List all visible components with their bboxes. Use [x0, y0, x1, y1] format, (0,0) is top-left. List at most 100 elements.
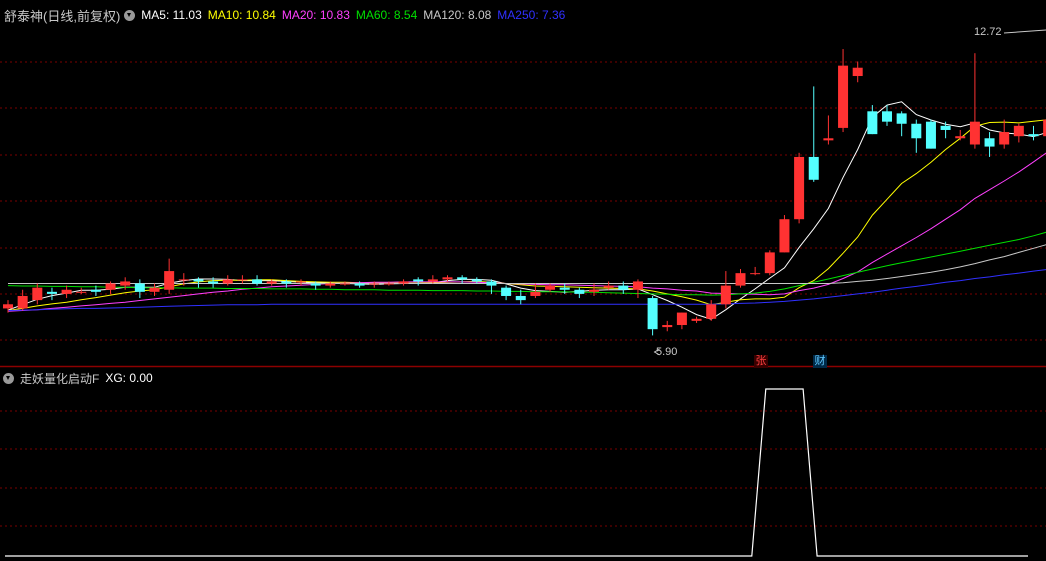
candle-body [808, 156, 819, 180]
candle-body [720, 285, 731, 305]
candle-body [252, 279, 263, 284]
candle[interactable] [252, 275, 263, 286]
ma-lines [7, 101, 1046, 320]
main-panel-header: 舒泰神(日线,前复权) MA5: 11.03 MA10: 10.84 MA20: 1… [0, 6, 571, 24]
candle[interactable] [61, 285, 72, 299]
candle-body [457, 277, 468, 280]
candle-body [925, 121, 936, 149]
candle-body [911, 123, 922, 139]
candle[interactable] [911, 119, 922, 153]
candle-body [984, 138, 995, 147]
candle-body [1013, 125, 1024, 137]
candle[interactable] [750, 266, 761, 276]
candle-body [632, 281, 643, 290]
candle-body [398, 281, 409, 284]
candle[interactable] [852, 61, 863, 83]
candle-body [501, 287, 512, 296]
ma-line-ma120 [8, 244, 1046, 284]
candle[interactable] [808, 86, 819, 182]
candle[interactable] [222, 275, 233, 286]
candle[interactable] [676, 312, 687, 330]
ma-line-ma10 [7, 119, 1046, 311]
candle-body [589, 289, 599, 292]
candle-body [339, 283, 350, 285]
candle-body [61, 289, 72, 294]
candle[interactable] [662, 320, 673, 332]
candle-body [852, 67, 863, 77]
candle[interactable] [164, 258, 175, 294]
candle-body [120, 281, 131, 286]
ma-label-ma5: MA5: 11.03 [141, 8, 202, 22]
candle[interactable] [647, 295, 658, 336]
candle[interactable] [735, 269, 746, 288]
candle-body [823, 138, 834, 141]
candle-body [281, 281, 292, 284]
candle[interactable] [237, 275, 248, 284]
candle-body [427, 279, 438, 282]
candle-body [76, 291, 87, 293]
high-marker-line [1003, 29, 1046, 34]
candle[interactable] [17, 289, 28, 311]
candle[interactable] [1028, 125, 1039, 141]
candle-body [662, 325, 673, 328]
ma-label-ma10: MA10: 10.84 [207, 8, 276, 22]
candle-body [149, 287, 160, 292]
candle-body [559, 287, 570, 290]
candle-body [574, 289, 585, 294]
candle-body [515, 295, 526, 301]
candle[interactable] [969, 53, 980, 149]
candle-body [193, 279, 204, 282]
candle-body [266, 281, 277, 284]
candle-body [310, 283, 321, 286]
candle[interactable] [574, 287, 585, 299]
candle-body [794, 156, 805, 220]
candle[interactable] [867, 105, 878, 135]
candle[interactable] [999, 119, 1010, 149]
settings-dropdown-icon[interactable] [124, 9, 136, 21]
tag-cai[interactable]: 财 [813, 355, 827, 368]
kline-chart[interactable] [0, 0, 1046, 561]
stock-name: 舒泰神 [4, 8, 44, 24]
indicator-dropdown-icon[interactable] [3, 372, 14, 384]
candle-body [383, 283, 394, 285]
candle[interactable] [764, 250, 775, 276]
candle[interactable] [46, 287, 57, 301]
candle[interactable] [925, 119, 936, 149]
candle[interactable] [501, 285, 512, 301]
candle[interactable] [940, 121, 951, 139]
candle[interactable] [486, 279, 497, 294]
candle-body [618, 285, 629, 290]
period-label: (日线,前复权) [43, 8, 121, 24]
candle-body [735, 273, 746, 286]
candle-body [164, 271, 175, 290]
candle-body [3, 304, 13, 309]
candle-body [442, 277, 453, 280]
indicator-value: XG: 0.00 [105, 371, 153, 385]
candle[interactable] [779, 215, 790, 253]
tag-zhang[interactable]: 张 [754, 355, 768, 368]
candle[interactable] [1013, 123, 1024, 143]
candle-body [486, 281, 497, 286]
candle-body [706, 304, 717, 319]
ma-label-ma20: MA20: 10.83 [281, 8, 350, 22]
candle[interactable] [984, 132, 995, 157]
candle[interactable] [691, 316, 702, 323]
candle[interactable] [413, 277, 424, 286]
stock-title[interactable]: 舒泰神(日线,前复权) [4, 6, 120, 25]
ma-label-ma250: MA250: 7.36 [497, 8, 566, 22]
candle[interactable] [398, 279, 409, 286]
indicator-name[interactable]: 走妖量化启动F [20, 370, 99, 387]
candle[interactable] [632, 279, 643, 299]
candle[interactable] [794, 152, 805, 224]
candle[interactable] [32, 283, 43, 305]
candle-body [896, 113, 907, 124]
candle-body [647, 298, 658, 330]
candle-body [325, 283, 336, 286]
candle-body [237, 279, 248, 281]
candle[interactable] [720, 271, 731, 309]
candle-body [208, 281, 219, 284]
candle[interactable] [823, 115, 834, 145]
candle[interactable] [134, 279, 145, 299]
candle[interactable] [896, 111, 907, 137]
high-price-label: 12.72 [974, 26, 1002, 38]
